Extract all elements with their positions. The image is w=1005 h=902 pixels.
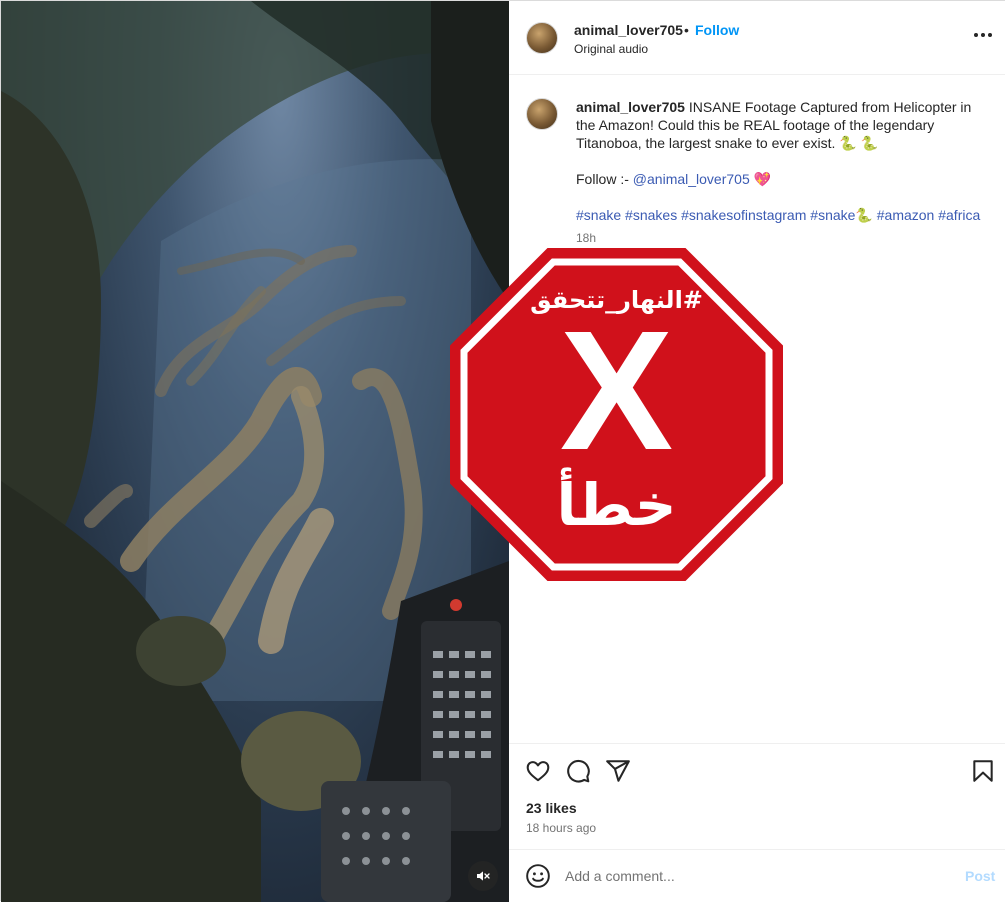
mute-button[interactable] — [468, 861, 498, 891]
paper-plane-icon[interactable] — [605, 758, 631, 784]
speaker-muted-icon — [477, 871, 490, 881]
heart-icon[interactable] — [525, 758, 551, 784]
mention-link[interactable]: @animal_lover705 — [633, 171, 750, 187]
follow-prefix: Follow :- — [576, 171, 629, 187]
caption: animal_lover705 INSANE Footage Captured … — [576, 98, 994, 152]
fact-check-stop-sign: #النهار_تتحقق X خطأ — [450, 248, 783, 581]
hashtag-link[interactable]: #snakes — [625, 207, 677, 223]
comment-input[interactable] — [565, 864, 935, 888]
post-comment-button[interactable]: Post — [965, 868, 995, 884]
post-time[interactable]: 18 hours ago — [526, 821, 596, 835]
video-frame-image — [1, 1, 509, 902]
comment-bubble-icon[interactable] — [565, 758, 591, 784]
author-username[interactable]: animal_lover705 — [574, 22, 683, 38]
caption-username[interactable]: animal_lover705 — [576, 99, 685, 115]
hashtag-link[interactable]: #africa — [938, 207, 980, 223]
comment-bar: Post — [509, 849, 1005, 902]
separator-dot: • — [684, 22, 689, 38]
stamp-x-mark: X — [559, 296, 674, 486]
stamp-verdict: خطأ — [556, 471, 677, 539]
smiley-icon[interactable] — [525, 863, 551, 889]
hashtag-link[interactable]: #snakesofinstagram — [681, 207, 806, 223]
author-avatar[interactable] — [526, 22, 558, 54]
follow-button[interactable]: Follow — [695, 22, 739, 38]
caption-timestamp[interactable]: 18h — [576, 231, 596, 245]
hashtag-link[interactable]: #snake🐍 — [810, 207, 873, 223]
post-header: animal_lover705 • Follow Original audio — [509, 1, 1005, 75]
likes-count[interactable]: 23 likes — [526, 800, 577, 816]
more-options-icon[interactable] — [971, 23, 995, 47]
audio-label[interactable]: Original audio — [574, 42, 648, 56]
bookmark-icon[interactable] — [970, 758, 996, 784]
instagram-post: animal_lover705 • Follow Original audio … — [0, 0, 1005, 902]
follow-line: Follow :- @animal_lover705 💖 — [576, 171, 771, 188]
hashtag-link[interactable]: #amazon — [877, 207, 935, 223]
caption-avatar[interactable] — [526, 98, 558, 130]
heart-emoji: 💖 — [753, 171, 772, 187]
hashtag-list: #snake #snakes #snakesofinstagram #snake… — [576, 207, 980, 224]
action-bar — [509, 743, 1005, 744]
hashtag-link[interactable]: #snake — [576, 207, 621, 223]
post-video[interactable] — [1, 1, 509, 902]
